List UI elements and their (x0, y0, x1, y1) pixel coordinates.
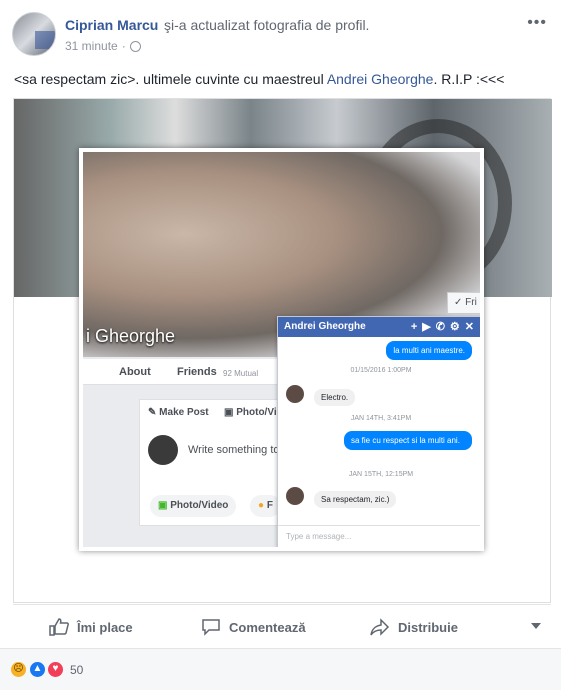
chat-header: Andrei Gheorghe +▶✆⚙✕ (278, 317, 480, 337)
sad-icon: ☹ (10, 661, 27, 678)
post-time[interactable]: 31 minute (65, 39, 118, 53)
globe-icon[interactable] (129, 40, 141, 52)
author-name[interactable]: Ciprian Marcu (65, 17, 158, 33)
comment-icon (202, 619, 220, 636)
make-post-tab: ✎ Make Post (148, 407, 209, 418)
share-icon (370, 618, 390, 636)
embedded-screenshot[interactable]: i Gheorghe ✓ Fri About Friends 92 Mutual… (79, 148, 484, 551)
like-button[interactable]: Îmi place (49, 618, 133, 636)
chat-title: Andrei Gheorghe (284, 321, 366, 332)
love-icon: ♥ (47, 661, 64, 678)
friends-button: ✓ Fri (447, 292, 480, 314)
chat-avatar (286, 487, 304, 505)
post-action-text: şi-a actualizat fotografia de profil. (164, 17, 370, 33)
chat-timestamp: 01/15/2016 1:00PM (350, 367, 412, 374)
meta-separator: · (121, 39, 126, 53)
feeling-button-label: F (266, 500, 273, 511)
comment-button[interactable]: Comentează (201, 618, 306, 636)
composer-avatar (148, 435, 178, 465)
nav-mutual: 92 Mutual (223, 369, 259, 378)
chat-input: Type a message... (278, 525, 480, 547)
post-meta: 31 minute · (65, 39, 141, 53)
feeling-icon: ● (258, 500, 265, 511)
chat-timestamp: JAN 15TH, 12:15PM (348, 471, 414, 478)
chat-message: la multi ani maestre. (386, 341, 472, 360)
reaction-count[interactable]: 50 (70, 663, 83, 677)
like-icon: ▲ (29, 661, 46, 678)
make-post-label: Make Post (159, 407, 209, 418)
chat-header-icons: +▶✆⚙✕ (410, 321, 479, 333)
share-button[interactable]: Distribuie (370, 618, 458, 636)
nav-friends: Friends (177, 366, 217, 378)
post-header: Ciprian Marcu şi-a actualizat fotografia… (12, 12, 549, 58)
comment-label: Comentează (229, 619, 306, 635)
chat-message: Sa respectam, zic.) (314, 491, 397, 508)
thumbs-up-icon (49, 618, 69, 636)
reactions-bar[interactable]: ☹ ▲ ♥ 50 (0, 648, 561, 690)
nav-about: About (119, 366, 151, 378)
caption-suffix: . R.I.P :<<< (433, 71, 505, 87)
photo-video-button-label: Photo/Video (170, 500, 229, 511)
photo-video-tab-label: Photo/Vi (236, 407, 277, 418)
chat-window: Andrei Gheorghe +▶✆⚙✕ la multi ani maest… (277, 316, 480, 547)
like-label: Îmi place (77, 619, 133, 635)
caption-prefix: <sa respectam zic>. ultimele cuvinte cu … (14, 71, 327, 87)
photo-icon: ▣ (158, 500, 168, 511)
author-avatar[interactable] (12, 12, 56, 56)
ellipsis-icon[interactable]: ••• (527, 14, 547, 32)
composer-placeholder: Write something to (188, 444, 280, 456)
cover-name: i Gheorghe (86, 326, 176, 346)
chat-avatar (286, 385, 304, 403)
photo-video-tab: ▣ Photo/Vi (224, 407, 277, 418)
post-caption: <sa respectam zic>. ultimele cuvinte cu … (14, 71, 504, 87)
chat-message: Electro. (314, 389, 356, 406)
post-actions: Îmi place Comentează Distribuie (13, 604, 551, 648)
chat-timestamp: JAN 14TH, 3:41PM (350, 415, 412, 422)
chevron-down-icon[interactable] (531, 623, 541, 629)
caption-link[interactable]: Andrei Gheorghe (327, 71, 434, 87)
chat-message: sa fie cu respect si la multi ani. (344, 431, 472, 450)
share-label: Distribuie (398, 619, 458, 635)
photo-video-button: ▣ Photo/Video (150, 495, 237, 517)
